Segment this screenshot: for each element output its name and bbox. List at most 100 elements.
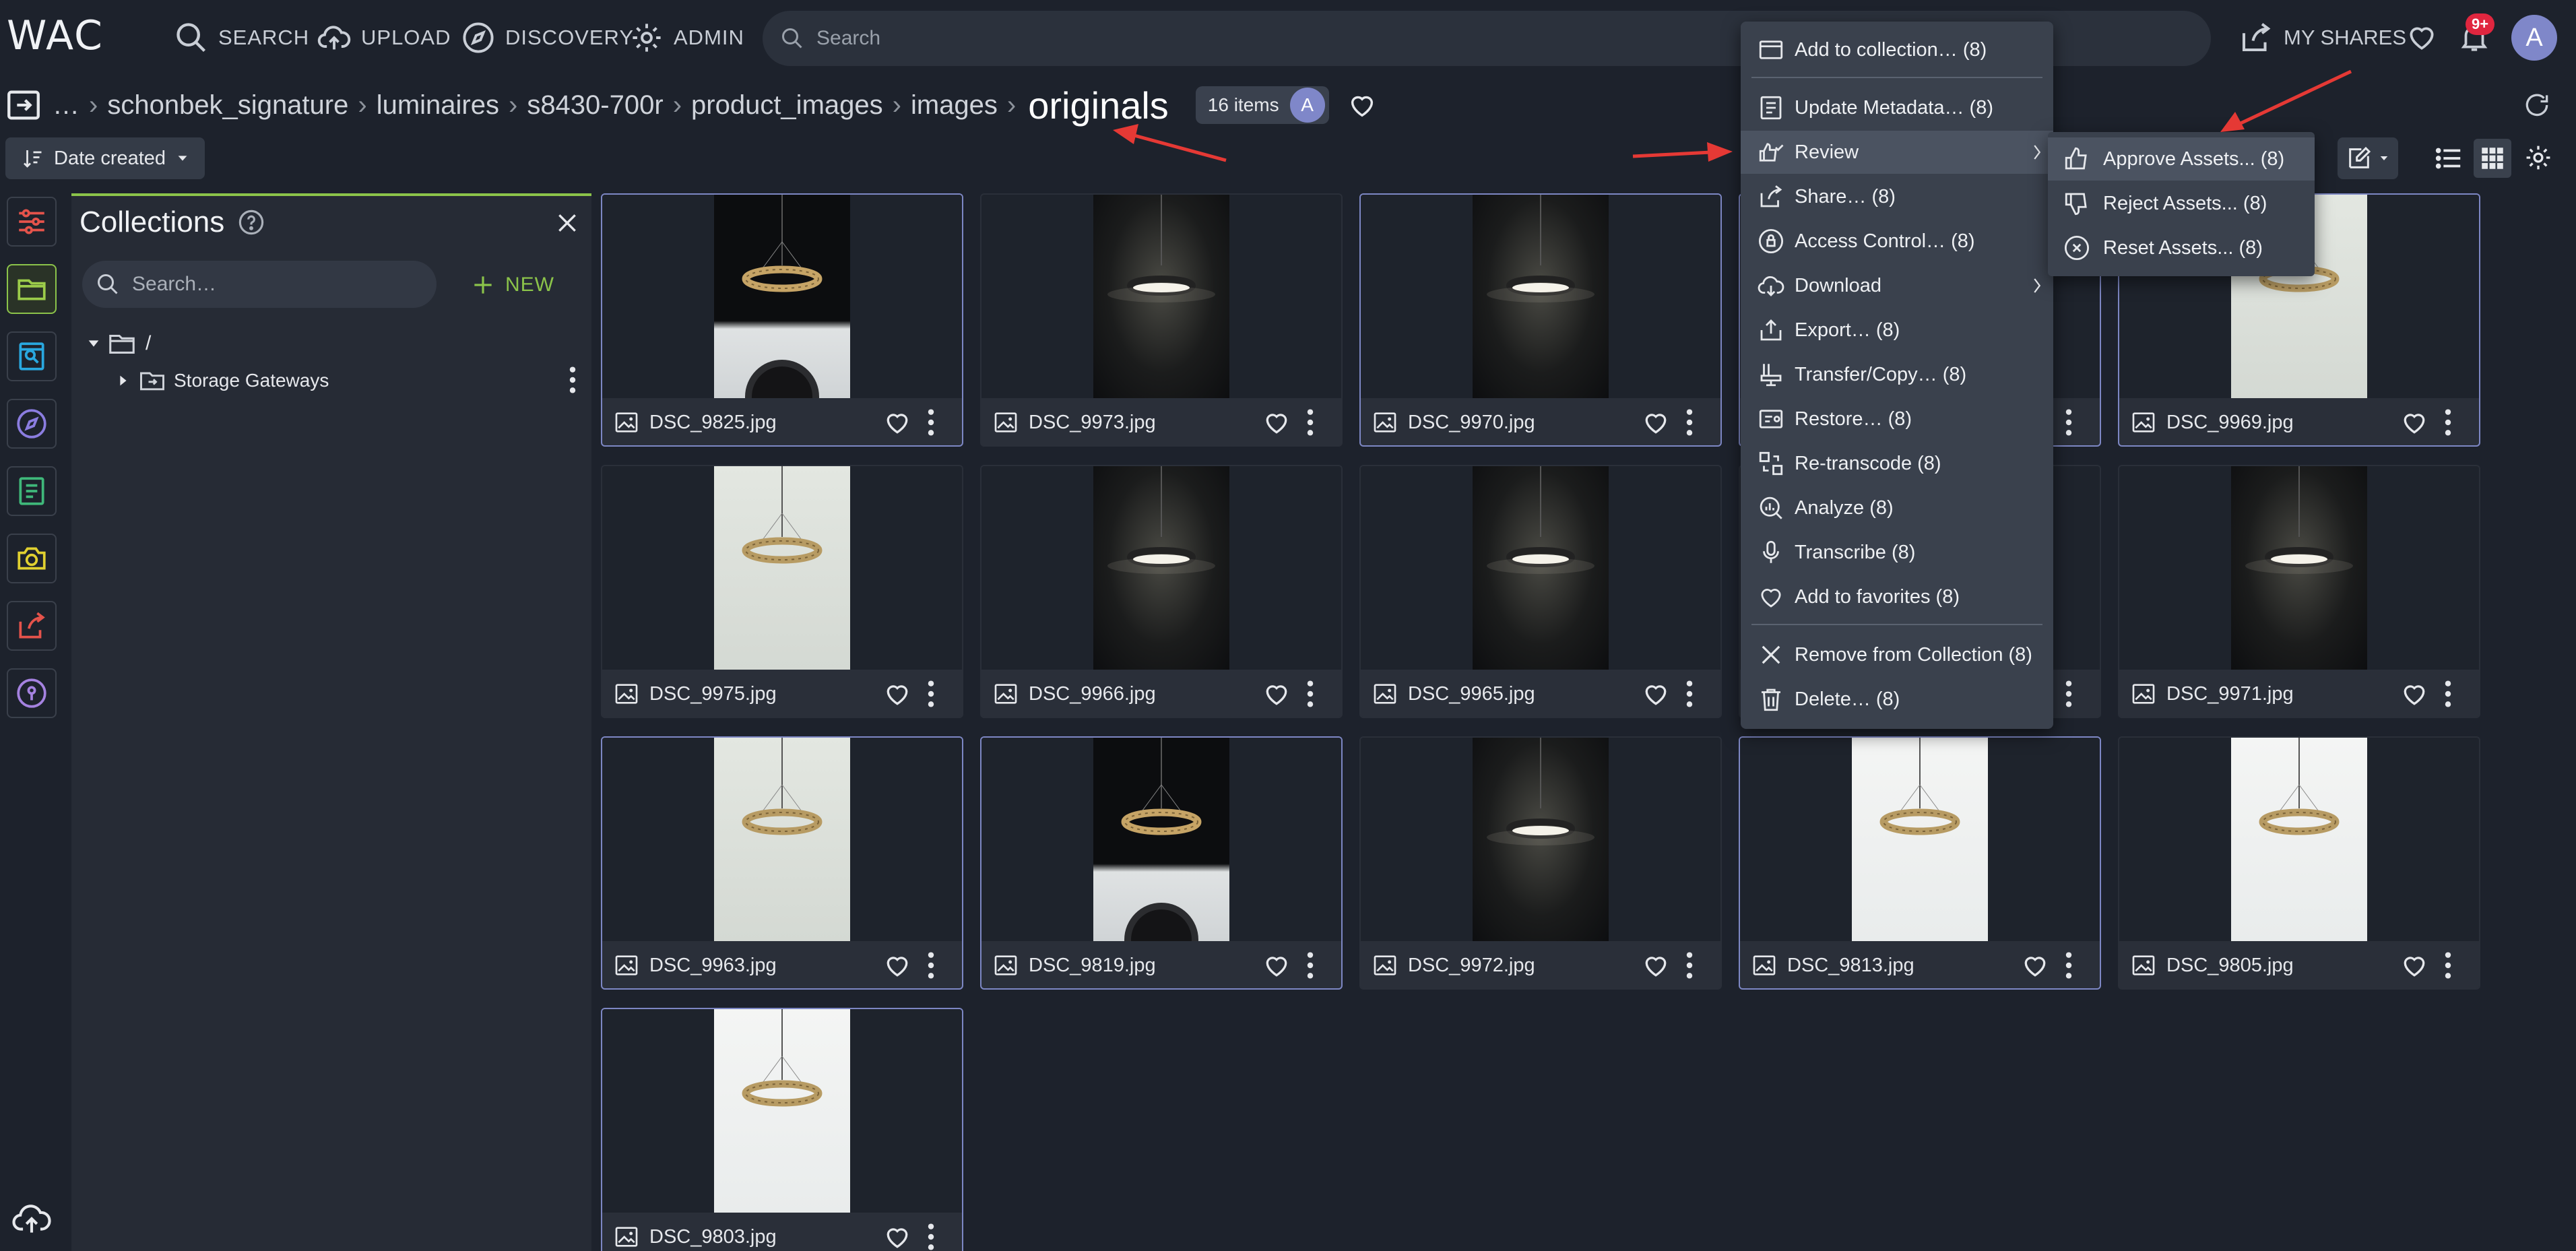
asset-menu-button[interactable] <box>1681 678 1698 709</box>
refresh-button[interactable] <box>2522 90 2552 120</box>
menu-item-re-transcode[interactable]: Re-transcode (8) <box>1741 442 2053 485</box>
asset-filename[interactable]: DSC_9813.jpg <box>1787 955 1914 977</box>
asset-menu-button[interactable] <box>923 1221 939 1251</box>
asset-tile[interactable]: DSC_9975.jpg <box>601 465 963 718</box>
asset-tile[interactable]: DSC_9970.jpg <box>1359 193 1722 447</box>
asset-tile[interactable]: DSC_9966.jpg <box>980 465 1343 718</box>
asset-favorite-button[interactable] <box>882 679 912 709</box>
asset-menu-button[interactable] <box>923 407 939 438</box>
asset-tile[interactable]: DSC_9972.jpg <box>1359 736 1722 990</box>
tree-node-root[interactable]: / <box>86 328 151 359</box>
asset-favorite-button[interactable] <box>2020 951 2050 980</box>
menu-item-add-to-favorites[interactable]: Add to favorites (8) <box>1741 575 2053 618</box>
asset-favorite-button[interactable] <box>1262 408 1291 437</box>
breadcrumb-ellipsis[interactable]: … <box>53 90 79 121</box>
asset-menu-button[interactable] <box>1302 678 1318 709</box>
collections-search[interactable] <box>82 261 437 308</box>
asset-filename[interactable]: DSC_9963.jpg <box>649 955 777 977</box>
nav-discovery[interactable]: DISCOVERY <box>461 19 634 57</box>
rail-collections-button[interactable] <box>7 264 57 314</box>
asset-favorite-button[interactable] <box>2400 951 2429 980</box>
asset-tile[interactable]: DSC_9963.jpg <box>601 736 963 990</box>
app-logo[interactable]: WAC <box>7 12 104 59</box>
asset-filename[interactable]: DSC_9805.jpg <box>2166 955 2294 977</box>
asset-filename[interactable]: DSC_9971.jpg <box>2166 683 2294 705</box>
tree-node-menu-button[interactable] <box>565 364 581 395</box>
rail-share-button[interactable] <box>7 601 57 651</box>
asset-favorite-button[interactable] <box>1641 408 1671 437</box>
asset-tile[interactable]: DSC_9825.jpg <box>601 193 963 447</box>
breadcrumb-item[interactable]: s8430-700r <box>527 90 663 121</box>
asset-menu-button[interactable] <box>2061 407 2077 438</box>
asset-favorite-button[interactable] <box>1641 679 1671 709</box>
rail-discovery-button[interactable] <box>7 399 57 449</box>
collections-search-input[interactable] <box>132 273 415 296</box>
menu-item-access-control[interactable]: Access Control… (8) <box>1741 220 2053 263</box>
asset-filename[interactable]: DSC_9803.jpg <box>649 1226 777 1248</box>
asset-filename[interactable]: DSC_9965.jpg <box>1408 683 1535 705</box>
rail-filters-button[interactable] <box>7 197 57 247</box>
rail-access-button[interactable] <box>7 668 57 718</box>
menu-item-add-to-collection[interactable]: Add to collection… (8) <box>1741 28 2053 71</box>
menu-item-share[interactable]: Share… (8) <box>1741 175 2053 218</box>
menu-item-delete[interactable]: Delete… (8) <box>1741 678 2053 721</box>
submenu-item-reset[interactable]: Reset Assets... (8) <box>2048 226 2315 269</box>
menu-item-review[interactable]: Review <box>1741 131 2053 174</box>
asset-thumbnail[interactable] <box>981 738 1341 941</box>
menu-item-transfer-copy[interactable]: Transfer/Copy… (8) <box>1741 353 2053 396</box>
rail-camera-button[interactable] <box>7 534 57 583</box>
asset-menu-button[interactable] <box>2440 678 2456 709</box>
tree-node-storage-gateways[interactable]: Storage Gateways <box>116 366 329 395</box>
breadcrumb-item[interactable]: luminaires <box>377 90 499 121</box>
asset-favorite-button[interactable] <box>882 951 912 980</box>
asset-filename[interactable]: DSC_9975.jpg <box>649 683 777 705</box>
asset-thumbnail[interactable] <box>1361 738 1720 941</box>
asset-thumbnail[interactable] <box>602 1009 962 1213</box>
grid-view-button[interactable] <box>2474 139 2511 178</box>
asset-favorite-button[interactable] <box>1262 679 1291 709</box>
asset-favorite-button[interactable] <box>882 1222 912 1251</box>
asset-thumbnail[interactable] <box>2119 738 2479 941</box>
menu-item-restore[interactable]: Restore… (8) <box>1741 397 2053 441</box>
breadcrumb-item[interactable]: images <box>911 90 998 121</box>
list-view-button[interactable] <box>2433 143 2464 174</box>
bulk-edit-button[interactable] <box>2338 137 2398 179</box>
nav-admin[interactable]: ADMIN <box>629 19 744 57</box>
asset-filename[interactable]: DSC_9972.jpg <box>1408 955 1535 977</box>
rail-saved-search-button[interactable] <box>7 331 57 381</box>
asset-thumbnail[interactable] <box>1740 738 2100 941</box>
menu-item-transcribe[interactable]: Transcribe (8) <box>1741 531 2053 574</box>
asset-filename[interactable]: DSC_9973.jpg <box>1029 412 1156 434</box>
asset-favorite-button[interactable] <box>2400 408 2429 437</box>
asset-menu-button[interactable] <box>2061 678 2077 709</box>
collections-help-button[interactable] <box>237 208 265 236</box>
asset-filename[interactable]: DSC_9969.jpg <box>2166 412 2294 434</box>
asset-thumbnail[interactable] <box>1361 195 1720 398</box>
favorite-folder-button[interactable] <box>1347 90 1378 121</box>
menu-item-update-metadata[interactable]: Update Metadata… (8) <box>1741 86 2053 129</box>
sort-dropdown[interactable]: Date created <box>5 137 205 179</box>
rail-upload-button[interactable] <box>11 1198 53 1240</box>
asset-thumbnail[interactable] <box>981 466 1341 670</box>
asset-menu-button[interactable] <box>923 950 939 981</box>
favorites-button[interactable] <box>2405 20 2439 54</box>
asset-tile[interactable]: DSC_9813.jpg <box>1739 736 2101 990</box>
menu-item-analyze[interactable]: Analyze (8) <box>1741 486 2053 530</box>
asset-thumbnail[interactable] <box>602 738 962 941</box>
asset-menu-button[interactable] <box>1302 950 1318 981</box>
asset-menu-button[interactable] <box>1681 950 1698 981</box>
user-avatar[interactable]: A <box>2511 15 2557 61</box>
asset-favorite-button[interactable] <box>1641 951 1671 980</box>
my-shares-button[interactable]: MY SHARES <box>2238 19 2406 57</box>
asset-tile[interactable]: DSC_9803.jpg <box>601 1008 963 1251</box>
submenu-item-approve[interactable]: Approve Assets... (8) <box>2048 137 2315 181</box>
asset-menu-button[interactable] <box>1302 407 1318 438</box>
new-collection-button[interactable]: NEW <box>470 266 554 304</box>
asset-filename[interactable]: DSC_9819.jpg <box>1029 955 1156 977</box>
asset-thumbnail[interactable] <box>2119 466 2479 670</box>
asset-tile[interactable]: DSC_9805.jpg <box>2118 736 2480 990</box>
menu-item-remove-from-collection[interactable]: Remove from Collection (8) <box>1741 633 2053 676</box>
breadcrumb-item[interactable]: product_images <box>691 90 883 121</box>
asset-menu-button[interactable] <box>2061 950 2077 981</box>
view-settings-button[interactable] <box>2523 143 2553 172</box>
